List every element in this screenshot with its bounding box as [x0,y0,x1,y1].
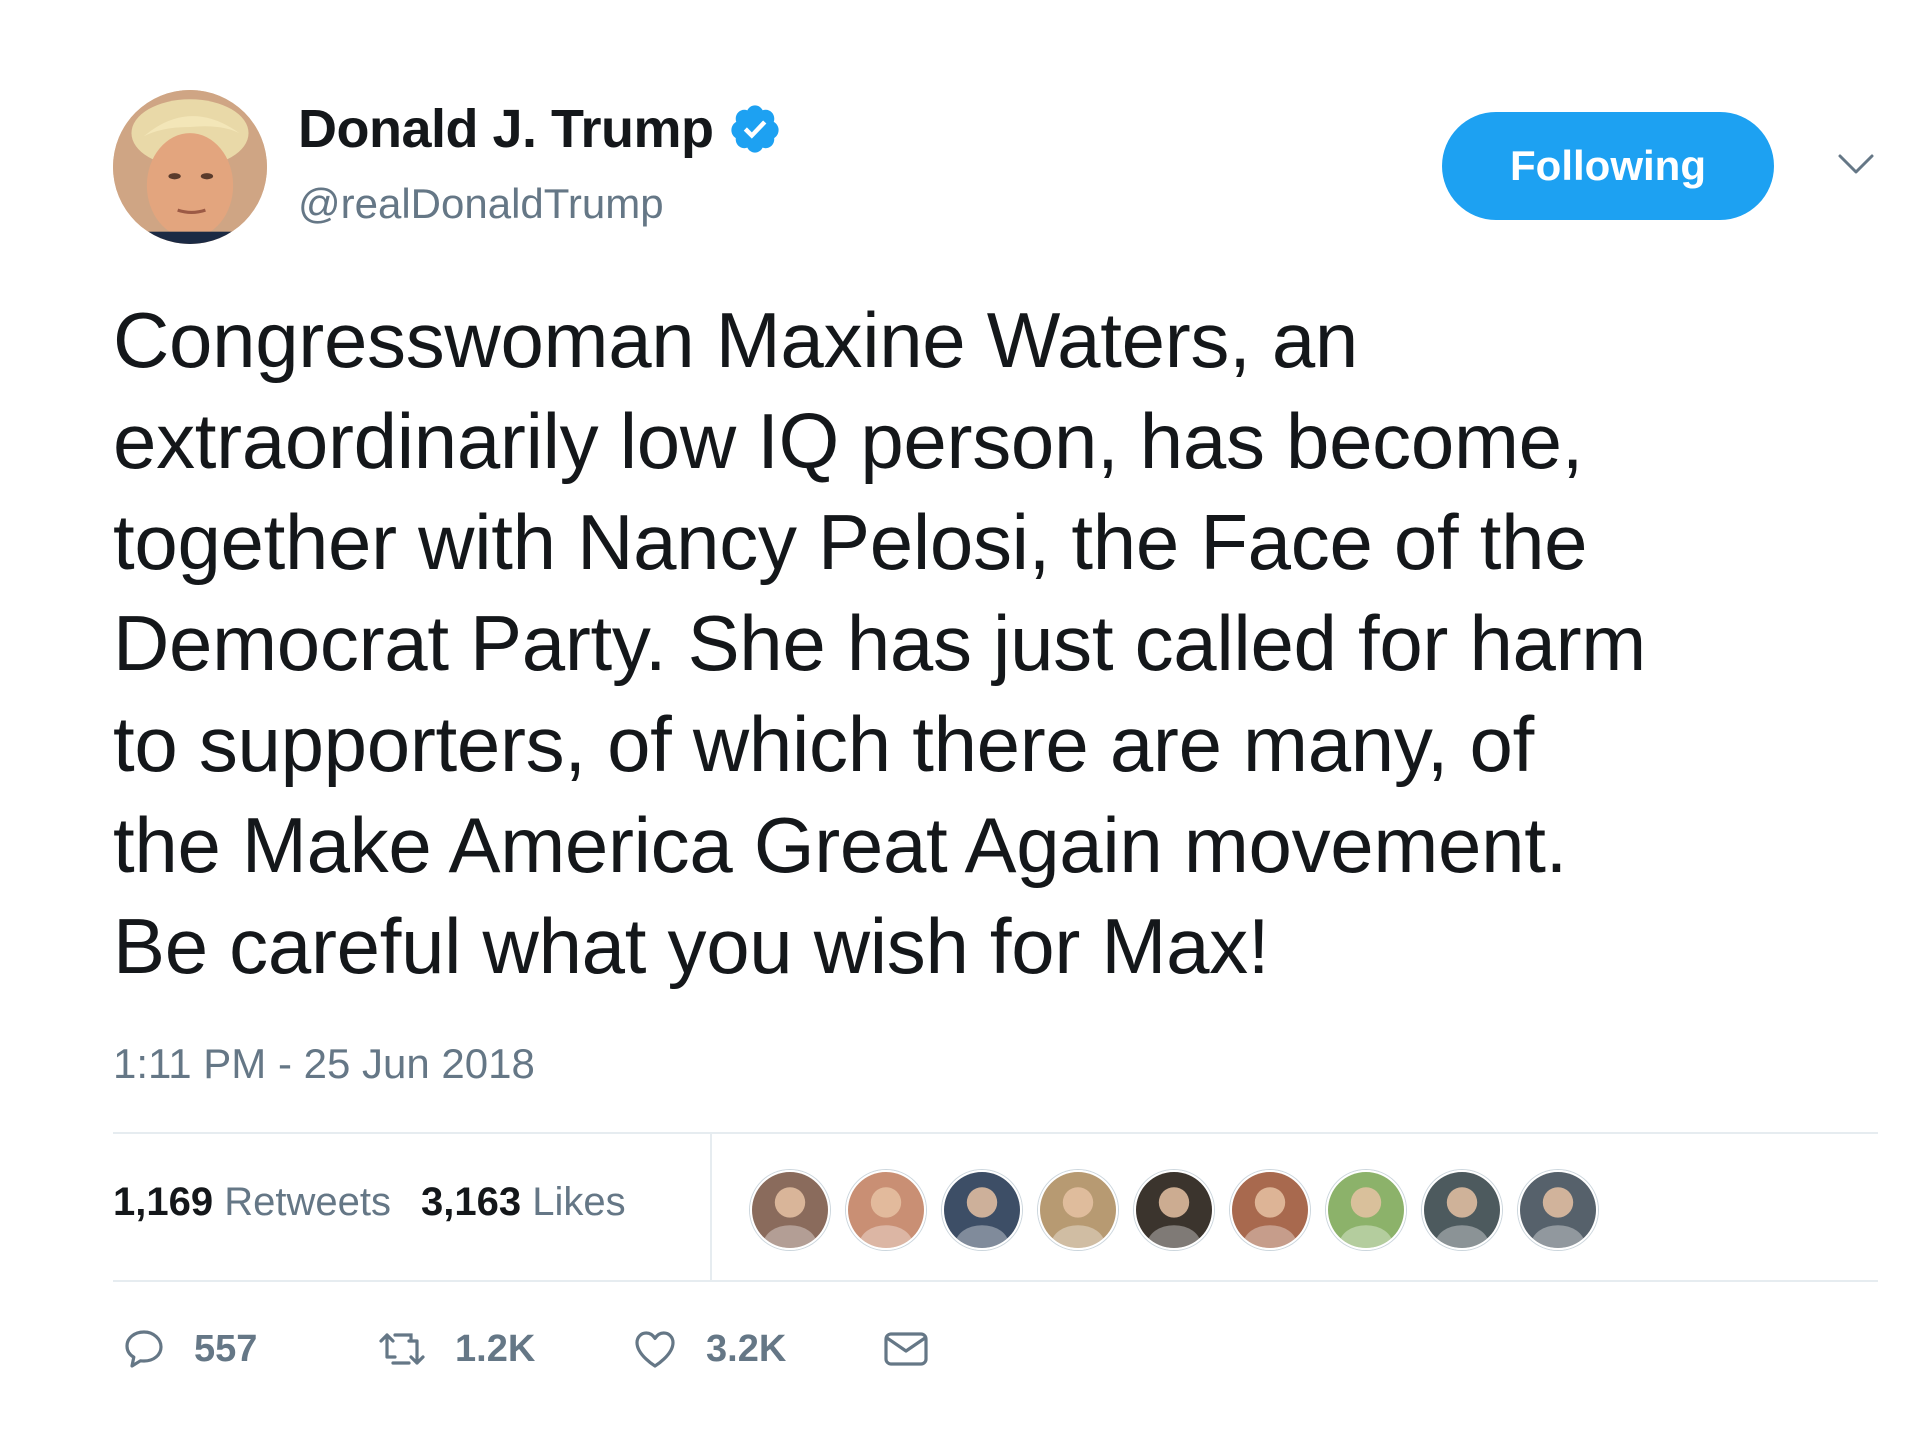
tweet-text-line: Congresswoman Maxine Waters, an [113,296,1358,384]
liker-avatar-icon[interactable] [942,1170,1022,1250]
avatar-portrait-icon [113,90,267,244]
heart-icon [635,1331,675,1368]
tweet-text-line: Be careful what you wish for Max! [113,902,1270,990]
tweet-stats: 1,169 Retweets 3,163 Likes [113,1180,626,1225]
tweet-text-line: together with Nancy Pelosi, the Face of … [113,498,1588,586]
tweet-text-line: to supporters, of which there are many, … [113,700,1534,788]
likes-count: 3,163 [420,1180,522,1224]
retweet-count: 1.2K [455,1327,536,1370]
divider [113,1280,1878,1282]
chevron-down-icon[interactable] [1836,150,1876,180]
liker-avatar-icon[interactable] [1230,1170,1310,1250]
liker-avatar-icon[interactable] [1038,1170,1118,1250]
tweet-text: Congresswoman Maxine Waters, an extraord… [113,290,1873,997]
like-button[interactable]: 3.2K [630,1325,880,1373]
liker-avatar-icon[interactable] [1518,1170,1598,1250]
reply-button[interactable]: 557 [120,1325,375,1373]
reply-count: 557 [194,1327,258,1370]
divider [710,1134,712,1280]
retweet-button[interactable]: 1.2K [375,1325,630,1373]
author-handle[interactable]: @realDonaldTrump [298,180,664,228]
tweet-text-line: Democrat Party. She has just called for … [113,599,1646,687]
tweet-card: Donald J. Trump @realDonaldTrump Followi… [0,0,1920,1440]
direct-message-button[interactable] [880,1325,932,1373]
liker-avatar-icon[interactable] [1326,1170,1406,1250]
retweets-label: Retweets [224,1180,391,1224]
divider [113,1132,1878,1134]
author-display-name[interactable]: Donald J. Trump [298,98,714,160]
author-name-row: Donald J. Trump [298,98,782,160]
liker-avatar-icon[interactable] [846,1170,926,1250]
verified-badge-icon [728,102,782,156]
retweet-icon [379,1333,425,1365]
liker-avatar-icon[interactable] [750,1170,830,1250]
tweet-text-line: the Make America Great Again movement. [113,801,1567,889]
liker-avatar-icon[interactable] [1134,1170,1214,1250]
envelope-icon [884,1332,928,1366]
liker-avatars [750,1170,1598,1250]
like-count: 3.2K [706,1327,787,1370]
retweets-count: 1,169 [113,1180,214,1224]
reply-icon [125,1330,163,1368]
following-button[interactable]: Following [1442,112,1774,220]
tweet-actions: 557 1.2K 3.2K [120,1318,932,1380]
retweets-stat[interactable]: 1,169 Retweets [113,1180,391,1225]
liker-avatar-icon[interactable] [1422,1170,1502,1250]
tweet-timestamp[interactable]: 1:11 PM - 25 Jun 2018 [113,1040,535,1088]
likes-label: Likes [532,1180,626,1224]
tweet-text-line: extraordinarily low IQ person, has becom… [113,397,1584,485]
author-avatar[interactable] [113,90,267,244]
likes-stat[interactable]: 3,163 Likes [421,1180,626,1225]
